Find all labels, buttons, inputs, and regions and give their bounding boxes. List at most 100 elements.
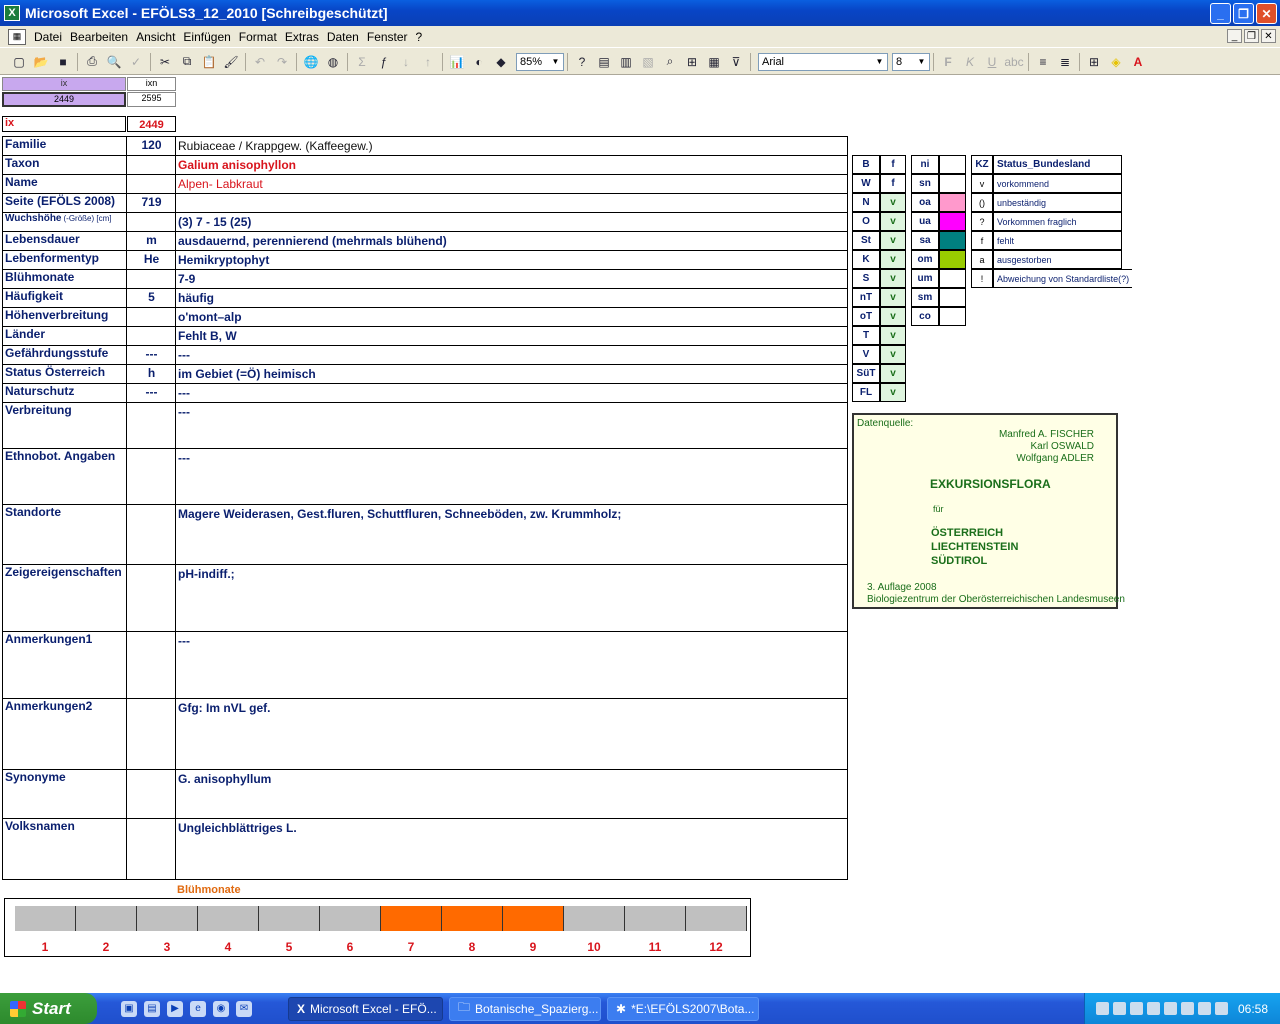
row-code[interactable]: ---: [127, 385, 176, 402]
row-code[interactable]: [127, 700, 176, 769]
row-value[interactable]: Gfg: Im nVL gef.: [177, 701, 845, 769]
task-folder[interactable]: 🗀 Botanische_Spazierg...: [449, 996, 601, 1021]
cut-icon[interactable]: ✂: [154, 52, 176, 72]
format-painter-icon[interactable]: 🖌: [220, 52, 242, 72]
hyperlink-icon[interactable]: 🌐: [300, 52, 322, 72]
row-code[interactable]: [127, 271, 176, 288]
minimize-button[interactable]: _: [1210, 3, 1231, 24]
row-value[interactable]: G. anisophyllum: [177, 772, 845, 818]
row-value[interactable]: Alpen- Labkraut: [177, 177, 845, 193]
workbook-icon[interactable]: ▦: [8, 28, 26, 45]
sort-descending-icon[interactable]: ↑: [417, 52, 439, 72]
row-code[interactable]: [127, 771, 176, 818]
new-icon[interactable]: ▢: [8, 52, 30, 72]
save-icon[interactable]: ■: [52, 52, 74, 72]
row-code[interactable]: [127, 214, 176, 231]
row-code[interactable]: [127, 176, 176, 193]
row-value[interactable]: (3) 7 - 15 (25): [177, 215, 845, 231]
menu-bearbeiten[interactable]: Bearbeiten: [66, 30, 132, 44]
search-icon[interactable]: [1129, 1002, 1143, 1015]
worksheet[interactable]: ix ixn 2449 2595 ix 2449 Familie 120 Rubia…: [0, 75, 1280, 993]
outlook-icon[interactable]: ✉: [236, 1000, 252, 1017]
zoom-combo[interactable]: 85% ▼: [516, 52, 564, 71]
row-code[interactable]: [127, 566, 176, 631]
row-code[interactable]: [127, 633, 176, 698]
row-value[interactable]: im Gebiet (=Ö) heimisch: [177, 367, 845, 383]
row-code[interactable]: [127, 328, 176, 345]
row-code[interactable]: h: [127, 366, 176, 383]
menu-datei[interactable]: Datei: [30, 30, 66, 44]
row-value[interactable]: Galium anisophyllon: [177, 158, 845, 174]
fill-color-icon[interactable]: ◈: [1105, 52, 1127, 72]
row-code[interactable]: [127, 404, 176, 448]
row-value[interactable]: Rubiaceae / Krappgew. (Kaffeegew.): [177, 139, 845, 155]
properties-icon[interactable]: ▧: [637, 52, 659, 72]
font-name-combo[interactable]: Arial ▼: [758, 52, 888, 71]
control-icon[interactable]: ▥: [615, 52, 637, 72]
paste-icon[interactable]: 📋: [198, 52, 220, 72]
row-code[interactable]: 120: [127, 138, 176, 155]
borders-icon[interactable]: ⊞: [1083, 52, 1105, 72]
row-value[interactable]: pH-indiff.;: [177, 567, 845, 631]
row-value[interactable]: o'mont–alp: [177, 310, 845, 326]
open-icon[interactable]: 📂: [30, 52, 52, 72]
row-value[interactable]: 7-9: [177, 272, 845, 288]
align-center-icon[interactable]: ≣: [1054, 52, 1076, 72]
italic-icon[interactable]: K: [959, 52, 981, 72]
network-icon[interactable]: [1095, 1002, 1109, 1015]
info-icon[interactable]: [1197, 1002, 1211, 1015]
row-value[interactable]: Magere Weiderasen, Gest.fluren, Schuttfl…: [177, 507, 845, 564]
row-code[interactable]: [127, 820, 176, 879]
ie-icon[interactable]: e: [190, 1000, 206, 1017]
row-value[interactable]: ---: [177, 451, 845, 504]
grid-icon[interactable]: ⊞: [681, 52, 703, 72]
function-icon[interactable]: ƒ: [373, 52, 395, 72]
media-icon[interactable]: ▶: [167, 1000, 183, 1017]
underline-icon[interactable]: U: [981, 52, 1003, 72]
chart-wizard-icon[interactable]: 📊: [446, 52, 468, 72]
row-code[interactable]: 719: [127, 195, 176, 212]
firefox-icon[interactable]: ◉: [213, 1000, 229, 1017]
redo-icon[interactable]: ↷: [271, 52, 293, 72]
shield-icon[interactable]: [1163, 1002, 1177, 1015]
row-code[interactable]: m: [127, 233, 176, 250]
calculator-icon[interactable]: ▦: [703, 52, 725, 72]
menu-einfuegen[interactable]: Einfügen: [179, 30, 234, 44]
font-size-combo[interactable]: 8 ▼: [892, 52, 930, 71]
desktop-icon[interactable]: ▣: [121, 1000, 137, 1017]
row-code[interactable]: ---: [127, 347, 176, 364]
chevron-down-icon[interactable]: ▼: [549, 55, 562, 69]
row-value[interactable]: Ungleichblättriges L.: [177, 821, 845, 879]
row-code[interactable]: [127, 309, 176, 326]
find-icon[interactable]: ⌕: [659, 52, 681, 72]
row-value[interactable]: ausdauernd, perennierend (mehrmals blühe…: [177, 234, 845, 250]
update-icon[interactable]: [1180, 1002, 1194, 1015]
menu-fenster[interactable]: Fenster: [363, 30, 412, 44]
align-left-icon[interactable]: ≡: [1032, 52, 1054, 72]
row-value[interactable]: ---: [177, 634, 845, 698]
close-button[interactable]: ✕: [1256, 3, 1277, 24]
restore-button[interactable]: ❐: [1233, 3, 1254, 24]
row-code[interactable]: [127, 157, 176, 174]
drawing-icon[interactable]: ◐: [468, 52, 490, 72]
font-color-icon[interactable]: A: [1127, 52, 1149, 72]
row-value[interactable]: häufig: [177, 291, 845, 307]
row-code[interactable]: 5: [127, 290, 176, 307]
print-preview-icon[interactable]: 🔍: [103, 52, 125, 72]
doc-close-button[interactable]: ✕: [1261, 29, 1276, 43]
copy-icon[interactable]: ⧉: [176, 52, 198, 72]
row-value[interactable]: ---: [177, 405, 845, 448]
menu-daten[interactable]: Daten: [323, 30, 363, 44]
row-value[interactable]: Hemikryptophyt: [177, 253, 845, 269]
chevron-down-icon[interactable]: ▼: [915, 55, 928, 69]
security-icon[interactable]: [1146, 1002, 1160, 1015]
strikethrough-icon[interactable]: abc: [1003, 52, 1025, 72]
autofilter-icon[interactable]: ⊽: [725, 52, 747, 72]
help-icon[interactable]: ?: [571, 52, 593, 72]
menu-extras[interactable]: Extras: [281, 30, 323, 44]
speaker-icon[interactable]: [1214, 1002, 1228, 1015]
volume-icon[interactable]: [1112, 1002, 1126, 1015]
row-value[interactable]: ---: [177, 348, 845, 364]
start-button[interactable]: Start: [0, 993, 97, 1024]
menu-ansicht[interactable]: Ansicht: [132, 30, 179, 44]
